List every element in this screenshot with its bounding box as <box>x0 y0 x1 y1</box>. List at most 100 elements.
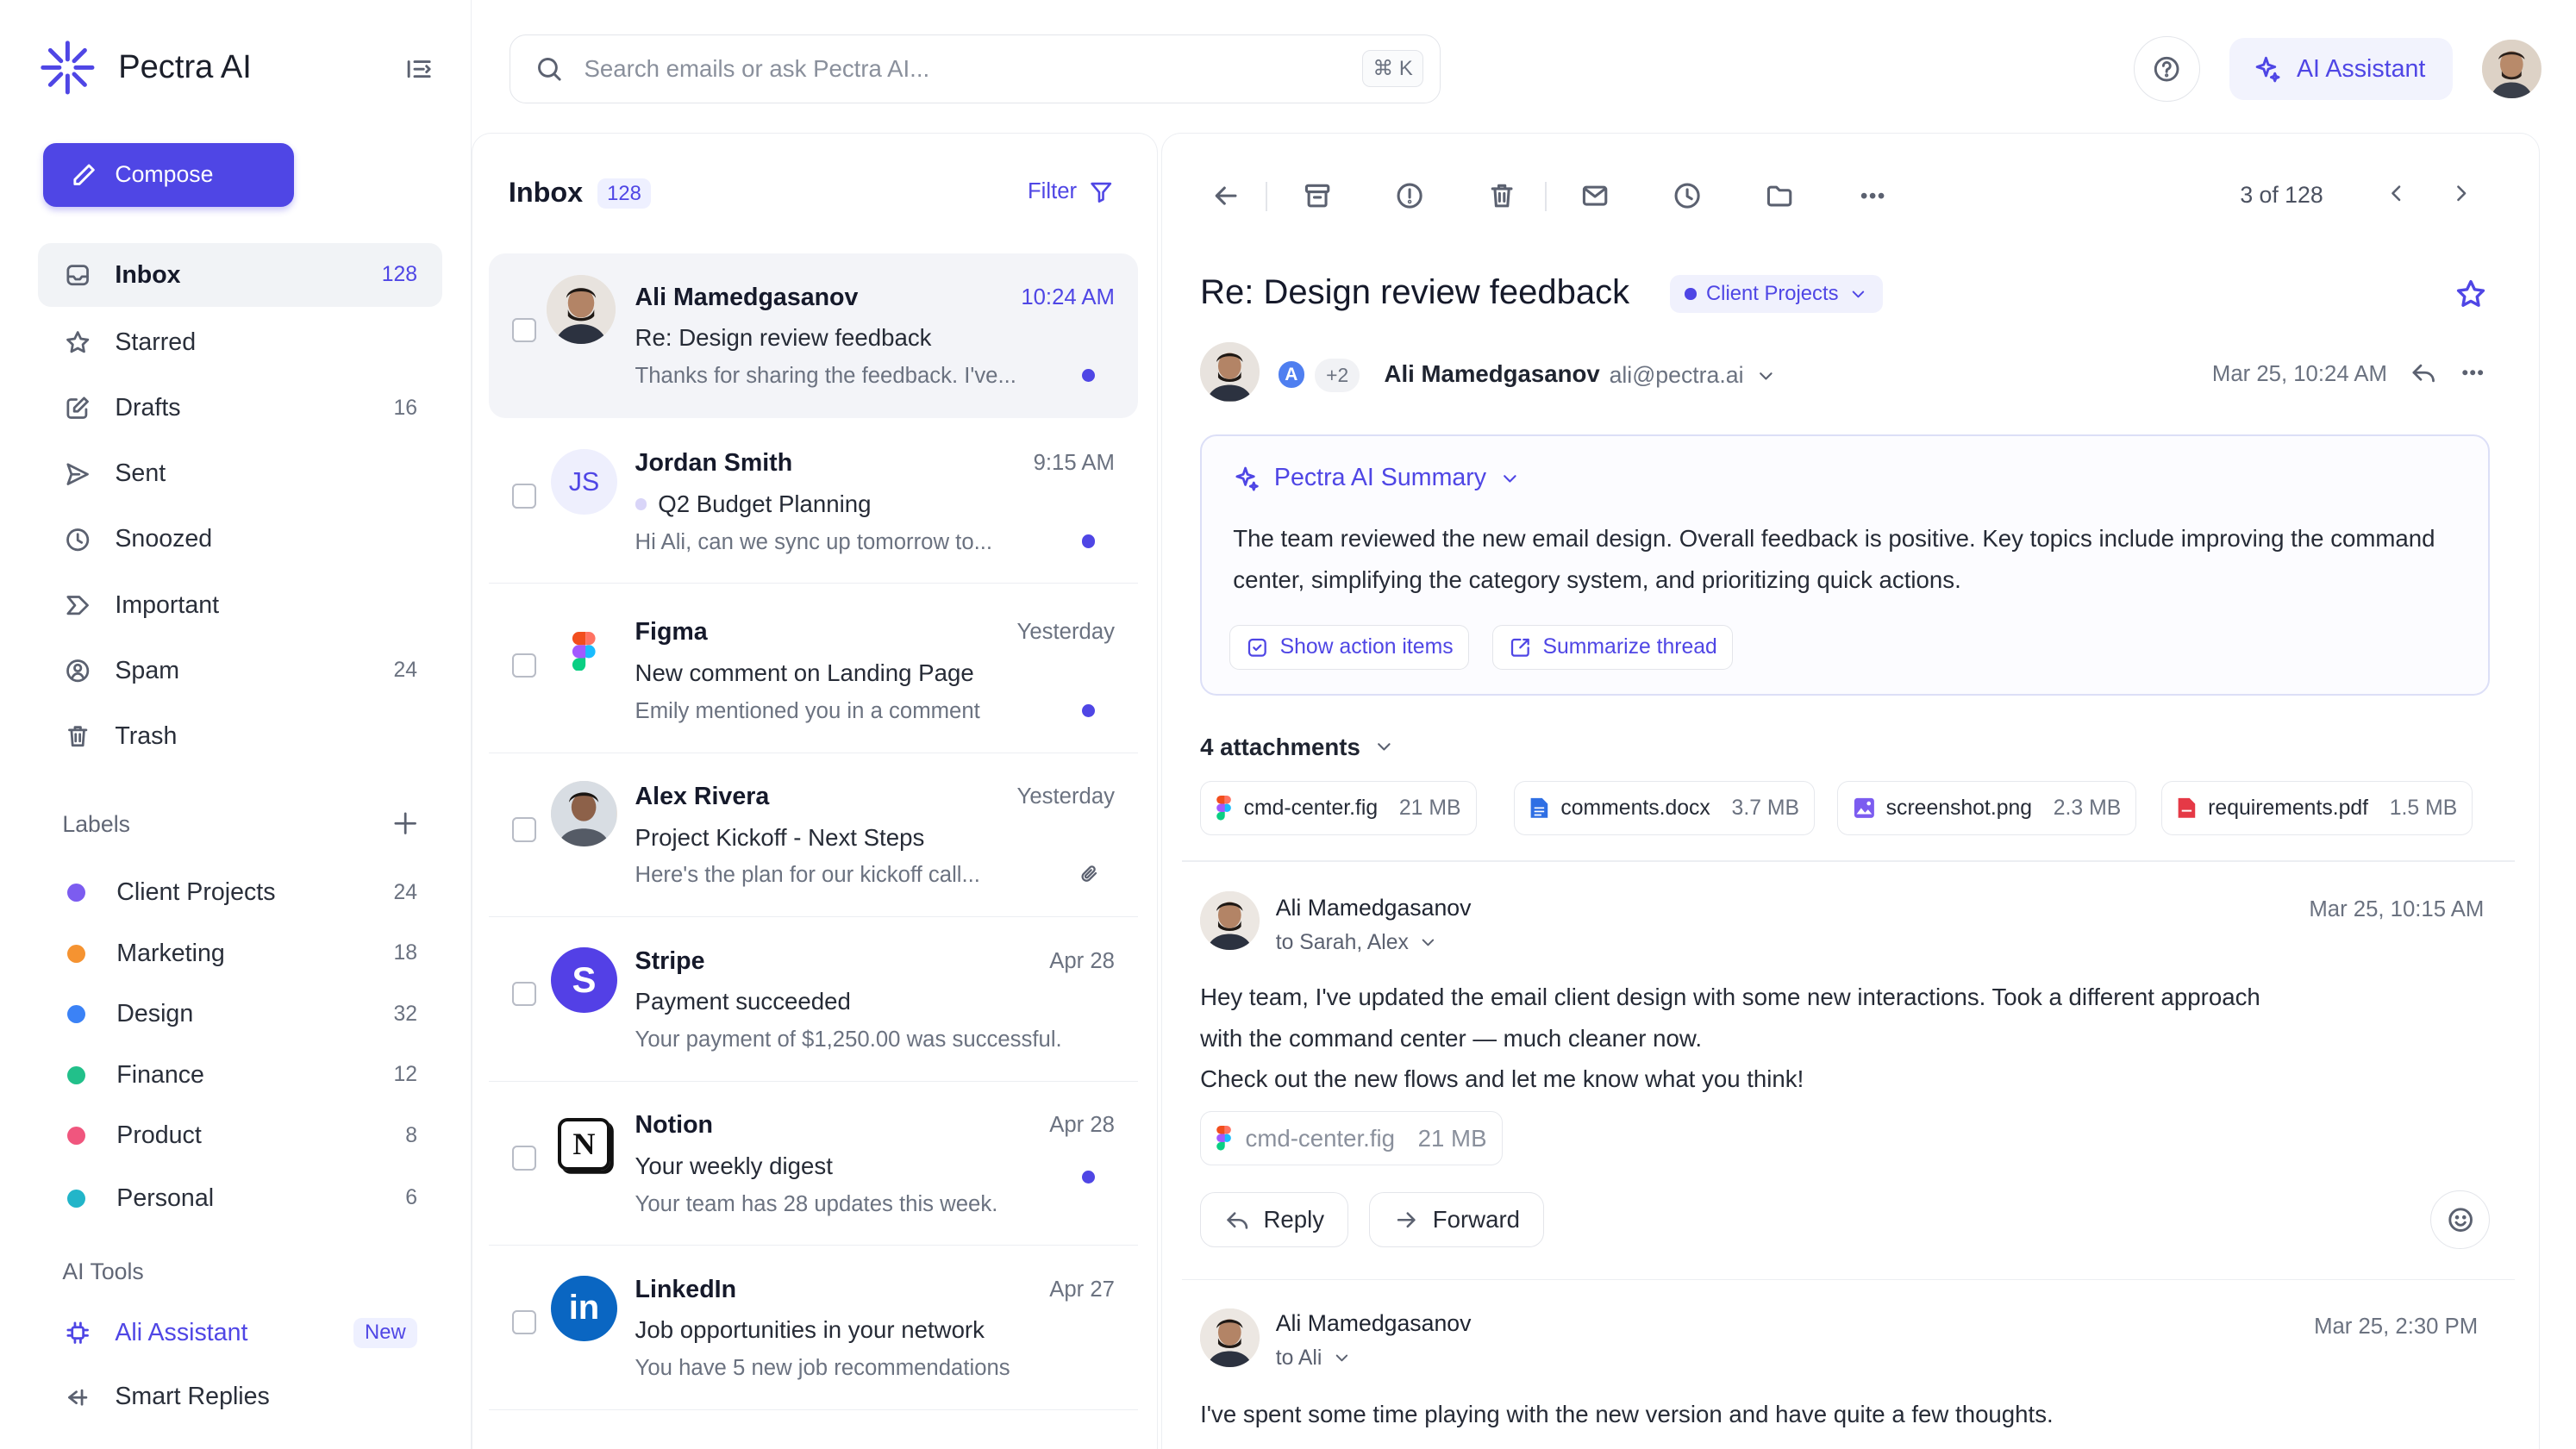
attachment-chip[interactable]: requirements.pdf 1.5 MB <box>2160 781 2473 836</box>
email-checkbox[interactable] <box>511 981 537 1007</box>
email-time: Apr 28 <box>1049 1113 1115 1138</box>
email-subject: Project Kickoff - Next Steps <box>635 823 925 851</box>
pagination-counter: 3 of 128 <box>2240 181 2323 208</box>
collapse-sidebar-button[interactable] <box>404 54 434 84</box>
more-actions-button[interactable] <box>1857 180 1888 211</box>
email-row[interactable]: N Notion Apr 28 Your weekly digest Your … <box>488 1082 1138 1246</box>
app-logo[interactable]: Pectra AI <box>40 40 252 96</box>
sidebar-item-spam[interactable]: Spam 24 <box>38 639 442 703</box>
email-row[interactable]: JS Jordan Smith 9:15 AM Q2 Budget Planni… <box>488 420 1138 584</box>
attachments-heading: 4 attachments <box>1200 733 1360 760</box>
star-icon <box>2456 280 2485 308</box>
sidebar-label-product[interactable]: Product 8 <box>38 1104 442 1168</box>
sidebar-label-design[interactable]: Design 32 <box>38 983 442 1046</box>
forward-button[interactable]: Forward <box>1369 1191 1544 1248</box>
email-row[interactable]: Ali Mamedgasanov 10:24 AM Re: Design rev… <box>488 253 1138 418</box>
sidebar-label-marketing[interactable]: Marketing 18 <box>38 921 442 985</box>
compose-button[interactable]: Compose <box>42 142 295 208</box>
sidebar-item-count: 32 <box>393 1002 418 1026</box>
add-reaction-button[interactable] <box>2430 1190 2490 1250</box>
add-label-button[interactable] <box>391 809 419 837</box>
attachment-size: 3.7 MB <box>1731 796 1800 820</box>
sidebar-item-inbox[interactable]: Inbox 128 <box>37 243 442 308</box>
sidebar-item-label: Drafts <box>115 394 181 422</box>
summarize-thread-button[interactable]: Summarize thread <box>1492 625 1733 670</box>
back-button[interactable] <box>1210 180 1241 211</box>
email-subject-wrap: Q2 Budget Planning <box>635 490 871 518</box>
attachment-chip[interactable]: cmd-center.fig 21 MB <box>1200 781 1477 836</box>
ai-summary-toggle[interactable]: Pectra AI Summary <box>1233 464 1521 492</box>
sidebar-item-ali-assistant[interactable]: Ali Assistant New <box>38 1301 442 1365</box>
sidebar-label-client-projects[interactable]: Client Projects 24 <box>38 861 442 925</box>
sidebar-item-smart-replies[interactable]: Smart Replies <box>38 1365 442 1429</box>
search-bar[interactable]: Search emails or ask Pectra AI... ⌘ K <box>509 34 1441 104</box>
reply-icon-button[interactable] <box>2410 359 2437 386</box>
attachment-chip[interactable]: screenshot.png 2.3 MB <box>1837 781 2137 836</box>
sidebar-item-sent[interactable]: Sent <box>38 442 442 506</box>
email-row[interactable]: in LinkedIn Apr 27 Job opportunities in … <box>488 1246 1138 1410</box>
email-sender: Notion <box>635 1111 714 1140</box>
more-participants-badge[interactable]: +2 <box>1315 359 1360 392</box>
sidebar-label-finance[interactable]: Finance 12 <box>38 1043 442 1107</box>
category-dot <box>1685 288 1697 300</box>
email-checkbox[interactable] <box>511 653 537 678</box>
help-icon <box>2154 56 2179 82</box>
delete-button[interactable] <box>1486 180 1517 211</box>
sidebar-item-label: Smart Replies <box>115 1383 270 1411</box>
ai-tools-heading: AI Tools <box>62 1258 144 1284</box>
email-row[interactable]: S Stripe Apr 28 Payment succeeded Your p… <box>488 917 1138 1082</box>
label-color-dot <box>67 1127 86 1146</box>
user-avatar[interactable] <box>2482 39 2542 99</box>
next-email-button[interactable] <box>2448 180 2474 206</box>
ai-assistant-button[interactable]: AI Assistant <box>2229 37 2454 101</box>
sidebar-item-count: 16 <box>393 396 418 420</box>
star-email-button[interactable] <box>2454 277 2488 311</box>
mark-unread-button[interactable] <box>1579 180 1610 211</box>
sidebar-item-starred[interactable]: Starred <box>38 310 442 374</box>
filter-button[interactable]: Filter <box>1028 178 1115 204</box>
sparkle-icon <box>1235 466 1259 491</box>
sidebar-item-drafts[interactable]: Drafts 16 <box>38 376 442 440</box>
archive-button[interactable] <box>1302 180 1333 211</box>
snooze-button[interactable] <box>1672 180 1703 211</box>
category-badge[interactable]: Client Projects <box>1670 275 1883 314</box>
report-button[interactable] <box>1394 180 1425 211</box>
help-button[interactable] <box>2134 35 2200 103</box>
sidebar-item-important[interactable]: Important <box>38 573 442 637</box>
sparkle-icon <box>2255 56 2280 83</box>
sidebar-collapse-icon <box>407 59 431 78</box>
attachments-toggle[interactable]: 4 attachments <box>1200 734 1395 761</box>
sidebar-item-count: 6 <box>405 1186 418 1210</box>
message-recipients-toggle[interactable]: to Sarah, Alex <box>1276 931 1438 955</box>
drafts-icon <box>66 397 90 420</box>
inline-attachment[interactable]: cmd-center.fig 21 MB <box>1200 1111 1503 1166</box>
previous-email-button[interactable] <box>2383 180 2409 206</box>
attachment-name: screenshot.png <box>1885 796 2033 820</box>
sidebar-item-count: 24 <box>393 659 418 683</box>
email-row[interactable]: Figma Yesterday New comment on Landing P… <box>488 589 1138 753</box>
message-date: Mar 25, 2:30 PM <box>2314 1315 2479 1340</box>
email-sender: Jordan Smith <box>635 449 793 478</box>
sender-photo <box>1200 1308 1260 1368</box>
message-more-button[interactable] <box>2459 359 2486 386</box>
more-horizontal-icon <box>1861 192 1885 199</box>
email-checkbox[interactable] <box>511 1309 537 1335</box>
reply-label: Reply <box>1263 1205 1325 1233</box>
email-checkbox[interactable] <box>511 1146 537 1171</box>
search-input[interactable]: Search emails or ask Pectra AI... <box>584 55 929 83</box>
chevron-down-icon[interactable] <box>1755 365 1777 387</box>
reply-button[interactable]: Reply <box>1200 1191 1348 1248</box>
email-checkbox[interactable] <box>511 817 537 842</box>
move-to-folder-button[interactable] <box>1764 180 1795 211</box>
attachment-chip[interactable]: comments.docx 3.7 MB <box>1514 781 1816 836</box>
show-action-items-button[interactable]: Show action items <box>1229 625 1469 670</box>
email-checkbox[interactable] <box>511 317 537 343</box>
attachment-size: 2.3 MB <box>2053 796 2122 820</box>
sidebar-item-trash[interactable]: Trash <box>38 705 442 769</box>
message-recipients-toggle[interactable]: to Ali <box>1276 1346 1352 1371</box>
email-checkbox[interactable] <box>511 484 537 509</box>
sidebar-item-snoozed[interactable]: Snoozed <box>38 508 442 571</box>
email-row[interactable]: Alex Rivera Yesterday Project Kickoff - … <box>488 753 1138 918</box>
sidebar-label-personal[interactable]: Personal 6 <box>38 1166 442 1230</box>
trash-icon <box>68 726 88 747</box>
